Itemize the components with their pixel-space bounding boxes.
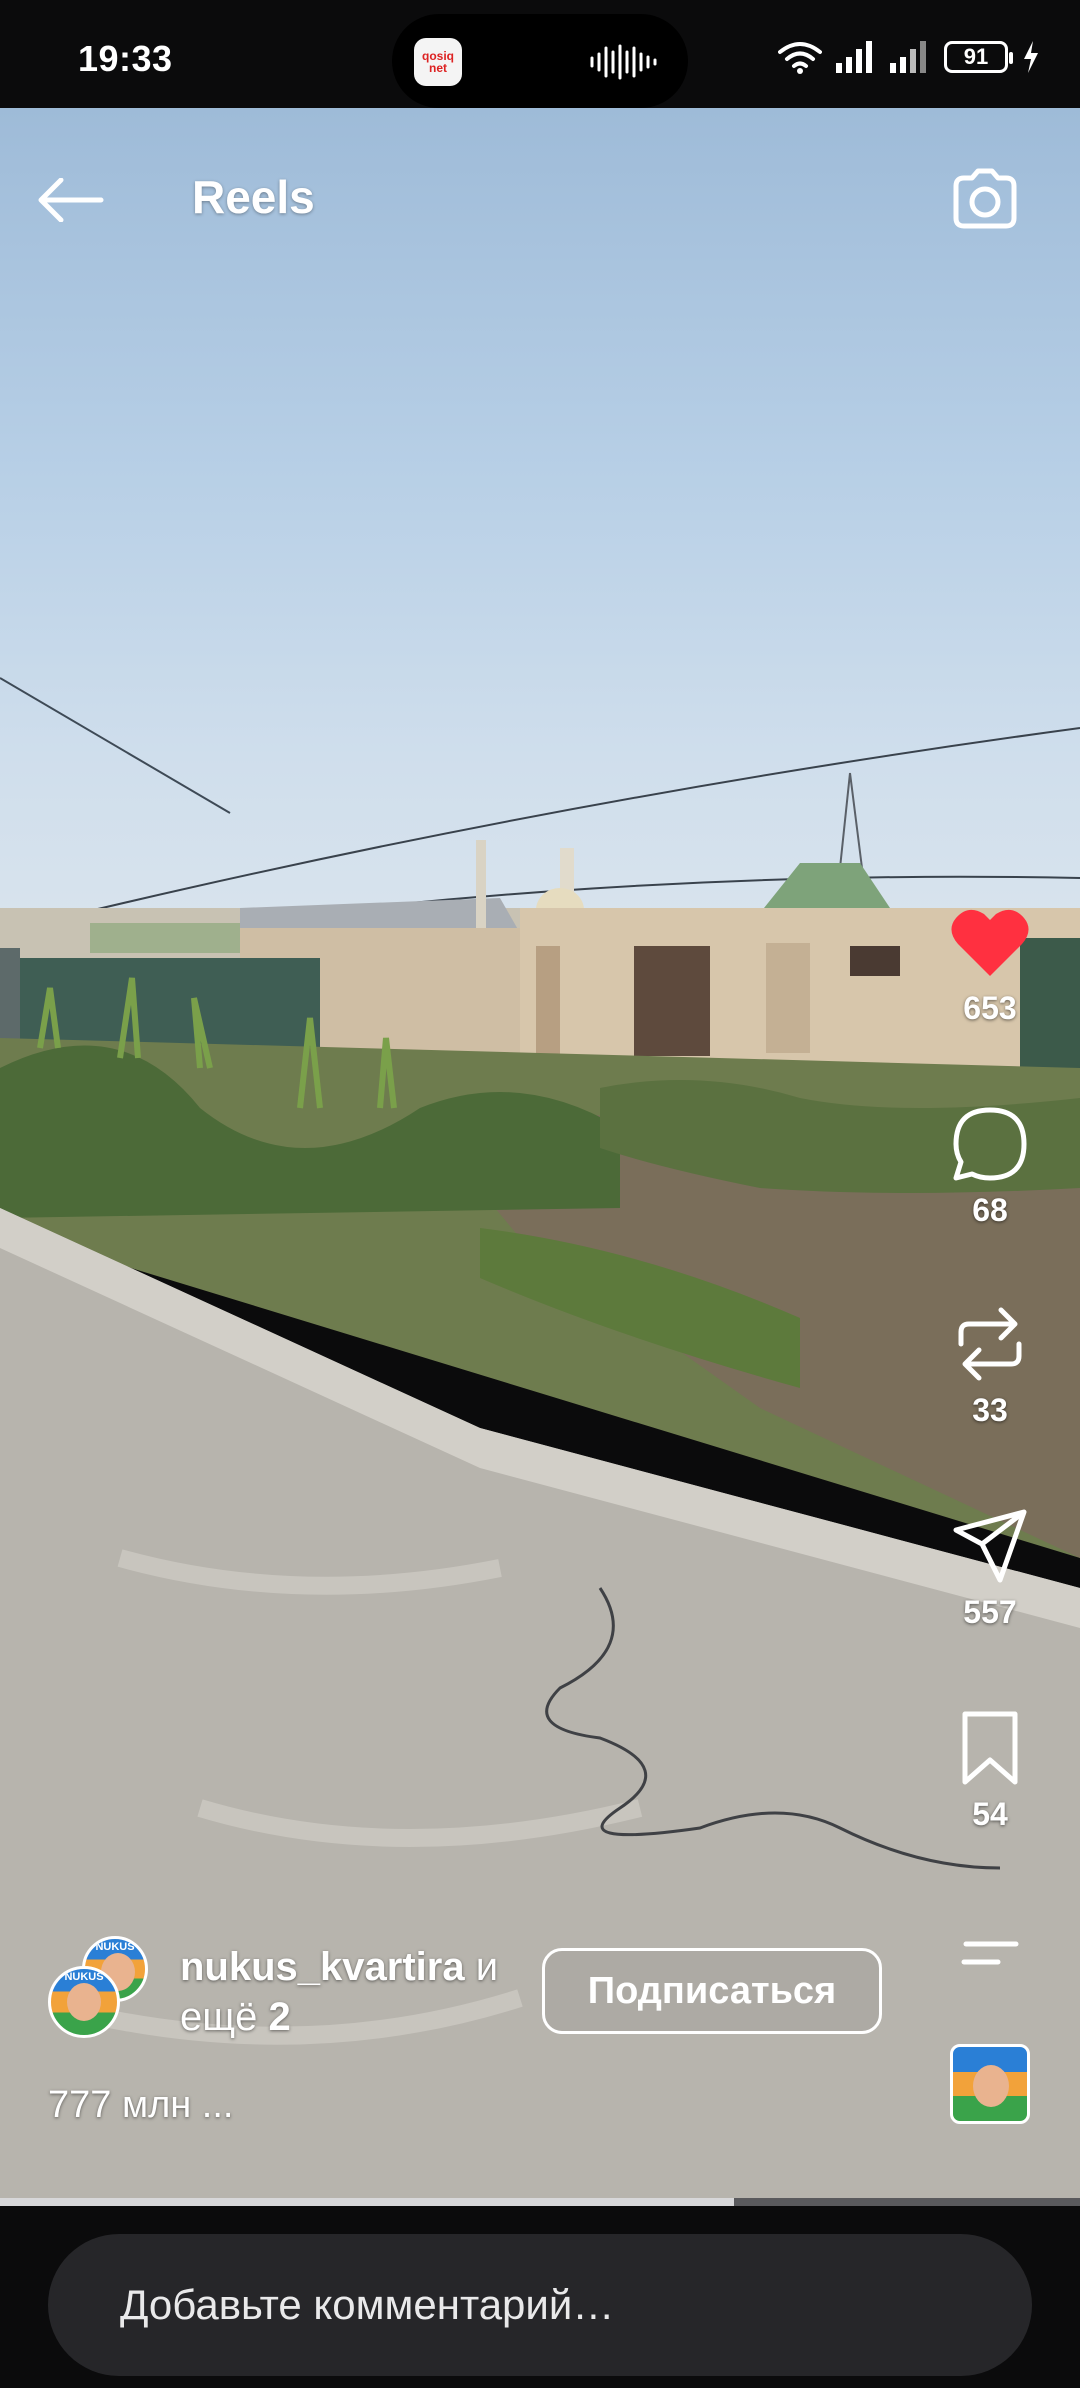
arrow-left-icon: [38, 178, 104, 222]
send-icon[interactable]: [948, 1504, 1032, 1588]
more-lines-icon[interactable]: [948, 1912, 1032, 1996]
repost-icon[interactable]: [948, 1302, 1032, 1386]
save-count: 54: [972, 1796, 1008, 1832]
like-count: 653: [963, 990, 1017, 1026]
author-avatar[interactable]: NUKUS: [48, 1966, 120, 2038]
reels-header: Reels: [0, 108, 1080, 278]
more-action[interactable]: [930, 1912, 1050, 1996]
heart-shape: [951, 909, 1029, 976]
comment-action[interactable]: 68: [930, 1102, 1050, 1229]
coauthors-prefix: и: [475, 1945, 499, 1989]
share-action[interactable]: 557: [930, 1504, 1050, 1631]
follow-button[interactable]: Подписаться: [542, 1948, 882, 2034]
coauthors-count[interactable]: 2: [269, 1995, 291, 2039]
comment-input[interactable]: Добавьте комментарий…: [48, 2234, 1032, 2376]
page-title: Reels: [192, 171, 315, 223]
comment-bar: Добавьте комментарий…: [0, 2206, 1080, 2388]
reel-video[interactable]: [0, 108, 1080, 2202]
author-line[interactable]: nukus_kvartira и ещё 2: [180, 1942, 498, 2042]
battery-icon: 91: [944, 41, 1013, 73]
bookmark-icon[interactable]: [948, 1706, 1032, 1790]
video-progress-fill: [0, 2198, 735, 2206]
audio-thumbnail[interactable]: [950, 2044, 1030, 2124]
comment-icon[interactable]: [948, 1102, 1032, 1186]
status-bar: 19:33 qosiq net 91: [0, 0, 1080, 108]
status-time: 19:33: [78, 38, 173, 79]
author-avatars[interactable]: NUKUS NUKUS: [48, 1936, 158, 2046]
coauthors-text[interactable]: ещё: [180, 1995, 257, 2039]
save-action[interactable]: 54: [930, 1706, 1050, 1833]
wifi-icon: [778, 42, 822, 74]
share-count: 557: [963, 1594, 1017, 1630]
like-action[interactable]: 653: [930, 900, 1050, 1027]
signal-icon: [890, 41, 926, 73]
back-button[interactable]: [30, 160, 110, 240]
camera-button[interactable]: [940, 154, 1030, 244]
heart-icon[interactable]: [948, 900, 1032, 984]
caption[interactable]: 777 млн ...: [48, 2084, 233, 2127]
status-icons: 91: [778, 40, 1040, 74]
app-badge-icon: qosiq net: [414, 38, 462, 86]
dynamic-island: qosiq net: [392, 14, 688, 108]
charging-icon: [1024, 41, 1038, 73]
audio-wave-icon: [590, 44, 657, 80]
video-progress-bar[interactable]: [0, 2198, 1080, 2206]
repost-action[interactable]: 33: [930, 1302, 1050, 1429]
comment-count: 68: [972, 1192, 1008, 1228]
camera-icon: [953, 168, 1017, 229]
username[interactable]: nukus_kvartira: [180, 1945, 465, 1989]
signal-icon: [836, 41, 872, 73]
repost-count: 33: [972, 1392, 1008, 1428]
video-scene: [0, 677, 1080, 2202]
